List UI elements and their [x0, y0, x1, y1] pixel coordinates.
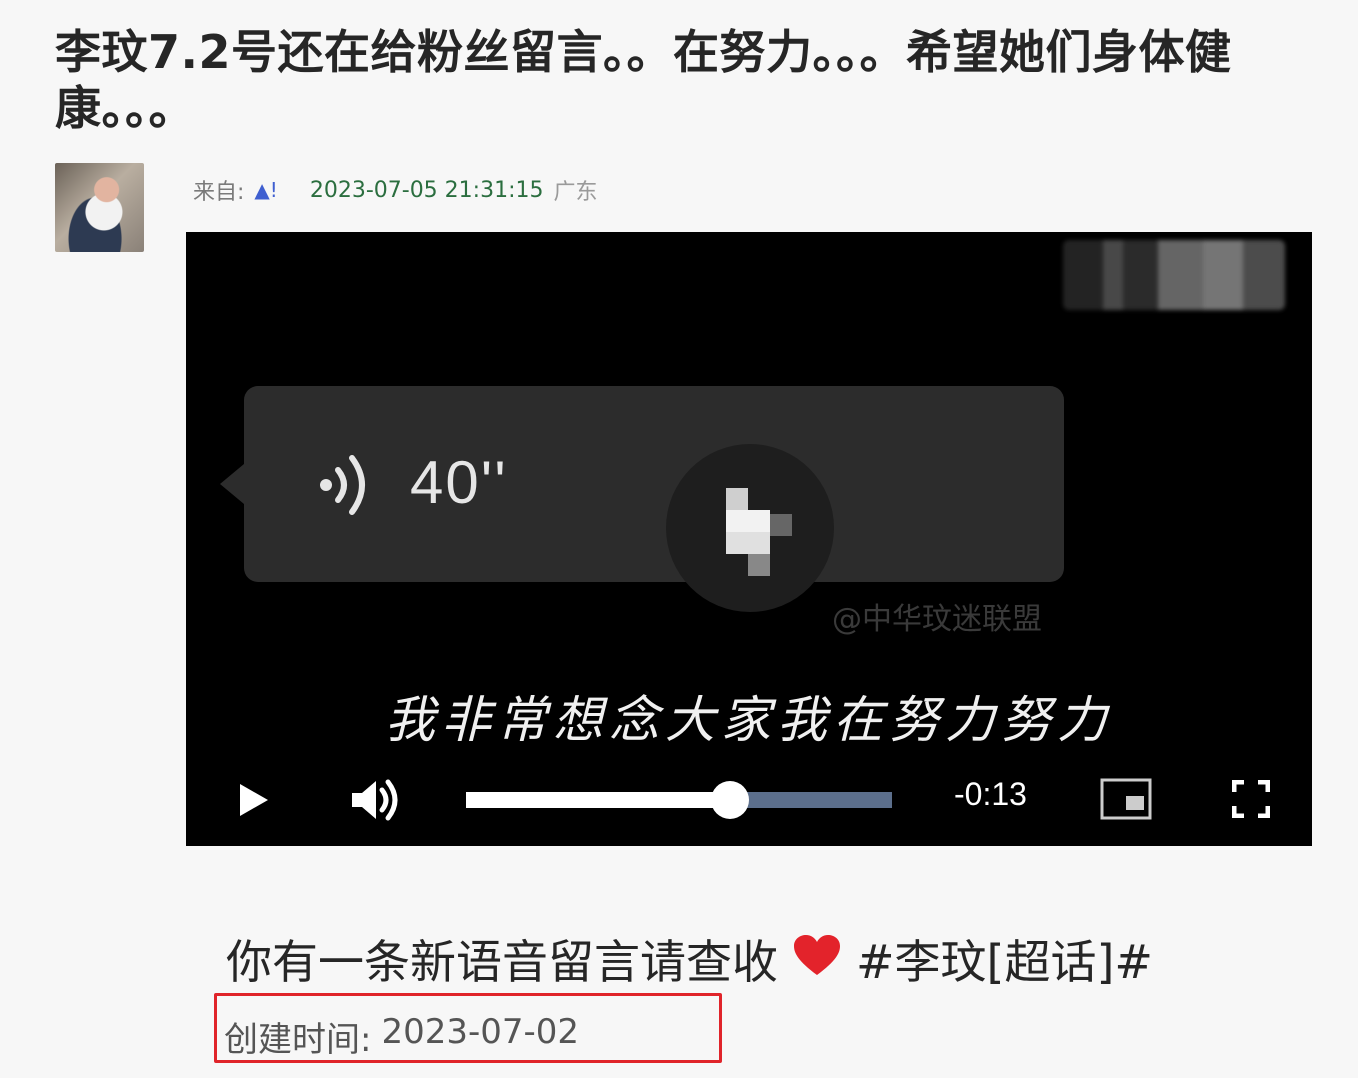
- volume-icon[interactable]: [350, 778, 400, 822]
- creation-time-value: 2023-07-02: [381, 1012, 580, 1052]
- video-controls: -0:13: [186, 764, 1312, 834]
- video-player[interactable]: 40'' @中华玟迷联盟 我非常想念大家我在努力努力 -0:13: [186, 232, 1312, 846]
- video-watermark: @中华玟迷联盟: [832, 602, 1042, 637]
- voice-message-bubble: 40'': [220, 386, 1064, 582]
- progress-track[interactable]: [466, 781, 892, 819]
- post-body-text: 你有一条新语音留言请查收: [226, 935, 778, 989]
- play-icon[interactable]: [236, 782, 270, 818]
- progress-handle[interactable]: [711, 781, 750, 819]
- video-caption: 我非常想念大家我在努力努力: [385, 691, 1113, 749]
- post-body: 你有一条新语音留言请查收 #李玟[超话]#: [226, 926, 1153, 992]
- post-timestamp[interactable]: 2023-07-05 21:31:15: [310, 178, 544, 203]
- heart-icon: [794, 935, 840, 975]
- center-play-button[interactable]: [666, 444, 834, 612]
- creation-time-label: 创建时间:: [224, 1020, 372, 1060]
- play-icon: [726, 488, 796, 578]
- blurred-watermark: [1063, 240, 1285, 310]
- source-label: 来自:: [193, 180, 245, 205]
- picture-in-picture-icon[interactable]: [1100, 778, 1152, 820]
- avatar[interactable]: [55, 163, 144, 252]
- fullscreen-icon[interactable]: [1232, 780, 1270, 818]
- source-app-icon[interactable]: ▲!: [254, 178, 277, 202]
- post-location: 广东: [553, 180, 598, 205]
- progress-fill: [466, 792, 731, 808]
- time-remaining: -0:13: [954, 776, 1027, 812]
- post-meta: 来自: ▲! 2023-07-05 21:31:15 广东: [193, 174, 598, 206]
- voice-duration: 40'': [410, 449, 508, 516]
- creation-time: 创建时间: 2023-07-02: [224, 1012, 579, 1061]
- voice-wave-icon: [320, 455, 365, 515]
- post-title: 李玟7.2号还在给粉丝留言。。在努力。。。希望她们身体健康。。。: [55, 25, 1232, 135]
- super-topic-link[interactable]: #李玟[超话]#: [856, 926, 1153, 992]
